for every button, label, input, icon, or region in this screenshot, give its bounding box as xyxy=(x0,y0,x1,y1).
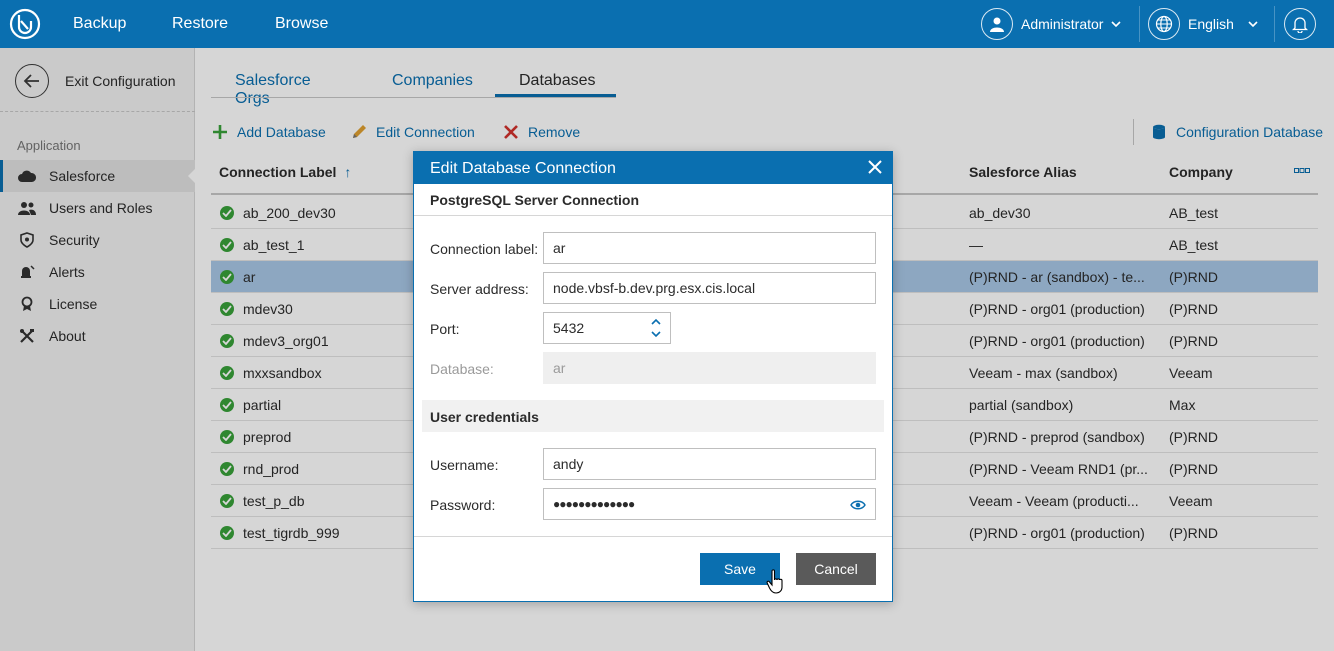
language-label: English xyxy=(1188,16,1234,32)
server-address-label: Server address: xyxy=(430,281,529,297)
hand-cursor-icon xyxy=(766,569,783,594)
divider xyxy=(1139,6,1140,42)
bell-icon xyxy=(1284,8,1316,40)
connection-label-label: Connection label: xyxy=(430,241,539,257)
top-bar: Backup Restore Browse Administrator Engl… xyxy=(0,0,1334,48)
section-title: User credentials xyxy=(430,409,539,425)
nav-backup[interactable]: Backup xyxy=(73,15,126,33)
language-menu[interactable]: English xyxy=(1148,8,1258,40)
server-address-input[interactable]: node.vbsf-b.dev.prg.esx.cis.local xyxy=(543,272,876,304)
port-value: 5432 xyxy=(553,320,585,336)
cancel-button[interactable]: Cancel xyxy=(796,553,876,585)
divider xyxy=(414,215,892,216)
user-icon xyxy=(981,8,1013,40)
user-menu[interactable]: Administrator xyxy=(981,8,1122,40)
username-label: Username: xyxy=(430,457,499,473)
divider xyxy=(414,536,892,537)
connection-label-input[interactable]: ar xyxy=(543,232,876,264)
globe-icon xyxy=(1148,8,1180,40)
dialog-title: Edit Database Connection xyxy=(430,160,616,177)
chevron-down-icon xyxy=(1111,21,1122,28)
close-icon[interactable] xyxy=(866,158,884,176)
nav-restore[interactable]: Restore xyxy=(172,15,228,33)
password-input[interactable]: ●●●●●●●●●●●●● xyxy=(543,488,876,520)
chevron-down-icon xyxy=(1248,21,1258,28)
nav-browse[interactable]: Browse xyxy=(275,15,328,33)
eye-icon[interactable] xyxy=(850,499,866,511)
dialog-header: Edit Database Connection xyxy=(414,152,892,184)
edit-database-connection-dialog: Edit Database Connection PostgreSQL Serv… xyxy=(413,151,893,602)
user-name: Administrator xyxy=(1021,16,1104,32)
database-input: ar xyxy=(543,352,876,384)
port-label: Port: xyxy=(430,321,460,337)
username-input[interactable]: andy xyxy=(543,448,876,480)
port-stepper[interactable]: 5432 xyxy=(543,312,671,344)
notifications-button[interactable] xyxy=(1284,8,1316,40)
section-title: PostgreSQL Server Connection xyxy=(430,192,640,208)
password-value: ●●●●●●●●●●●●● xyxy=(553,497,635,511)
database-label: Database: xyxy=(430,361,494,377)
spinner-arrows-icon[interactable] xyxy=(650,316,662,340)
app-logo-icon[interactable] xyxy=(8,7,42,41)
divider xyxy=(1274,6,1275,42)
password-label: Password: xyxy=(430,497,496,513)
